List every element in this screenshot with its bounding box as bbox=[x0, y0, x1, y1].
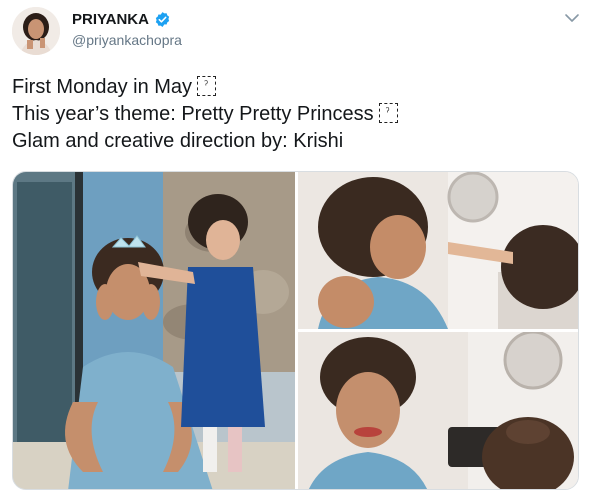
tweet-line-text: Glam and creative direction by: Krishi bbox=[12, 130, 344, 152]
display-name[interactable]: PRIYANKA bbox=[72, 11, 171, 28]
tweet-media-grid bbox=[12, 171, 579, 490]
chevron-down-icon[interactable] bbox=[564, 12, 580, 24]
photo-smile[interactable] bbox=[298, 332, 578, 489]
display-name-text[interactable]: PRIYANKA bbox=[72, 11, 149, 28]
verified-badge-icon bbox=[155, 12, 170, 27]
avatar[interactable] bbox=[12, 7, 60, 55]
photo-image bbox=[298, 332, 578, 489]
photo-makeup[interactable] bbox=[298, 172, 578, 329]
tweet-header: PRIYANKA @priyankachopra bbox=[0, 0, 600, 66]
tweet-text: First Monday in May ˀ This year’s theme: … bbox=[12, 74, 582, 155]
emoji-placeholder-icon: ˀ bbox=[197, 76, 217, 96]
user-handle[interactable]: @priyankachopra bbox=[72, 32, 182, 48]
tweet-line: Glam and creative direction by: Krishi bbox=[12, 128, 582, 155]
tweet-line: This year’s theme: Pretty Pretty Princes… bbox=[12, 101, 582, 128]
photo-image bbox=[298, 172, 578, 329]
tweet-line-text: This year’s theme: Pretty Pretty Princes… bbox=[12, 103, 374, 125]
emoji-placeholder-icon: ˀ bbox=[378, 103, 398, 123]
profile-photo-icon bbox=[12, 7, 60, 55]
photo-tiara-girl[interactable] bbox=[13, 172, 295, 489]
tweet-line: First Monday in May ˀ bbox=[12, 74, 582, 101]
photo-image bbox=[13, 172, 295, 489]
tweet-line-text: First Monday in May bbox=[12, 76, 193, 98]
